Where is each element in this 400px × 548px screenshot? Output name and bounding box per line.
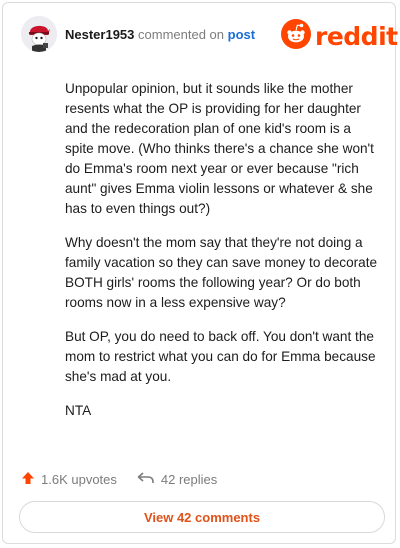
upvote-button[interactable]: 1.6K upvotes <box>21 471 117 488</box>
comment-header: Nester1953 commented on post <box>65 27 255 42</box>
username[interactable]: Nester1953 <box>65 27 134 42</box>
post-link[interactable]: post <box>228 27 255 42</box>
comment-actions: 1.6K upvotes 42 replies <box>21 469 217 489</box>
comment-paragraph: NTA <box>65 403 92 418</box>
reddit-snoo-icon <box>281 18 311 54</box>
comment-paragraph: But OP, you do need to back off. You don… <box>65 329 376 384</box>
reply-count: 42 replies <box>160 471 218 487</box>
comment-card: Nester1953 commented on post reddit Unpo… <box>2 2 398 544</box>
reply-button[interactable]: 42 replies <box>137 471 217 488</box>
upvote-count: 1.6K upvotes <box>41 471 117 487</box>
reddit-logo: reddit <box>281 18 398 54</box>
comment-body: Unpopular opinion, but it sounds like th… <box>65 79 381 435</box>
comment-paragraph: Unpopular opinion, but it sounds like th… <box>65 81 374 216</box>
comment-paragraph: Why doesn't the mom say that they're not… <box>65 235 378 310</box>
view-comments-button[interactable]: View 42 comments <box>19 501 385 533</box>
reddit-wordmark: reddit <box>315 21 398 51</box>
action-text: commented on <box>138 27 225 42</box>
user-avatar[interactable] <box>21 16 57 52</box>
upvote-arrow-icon <box>21 471 41 488</box>
reply-arrow-icon <box>137 471 161 488</box>
